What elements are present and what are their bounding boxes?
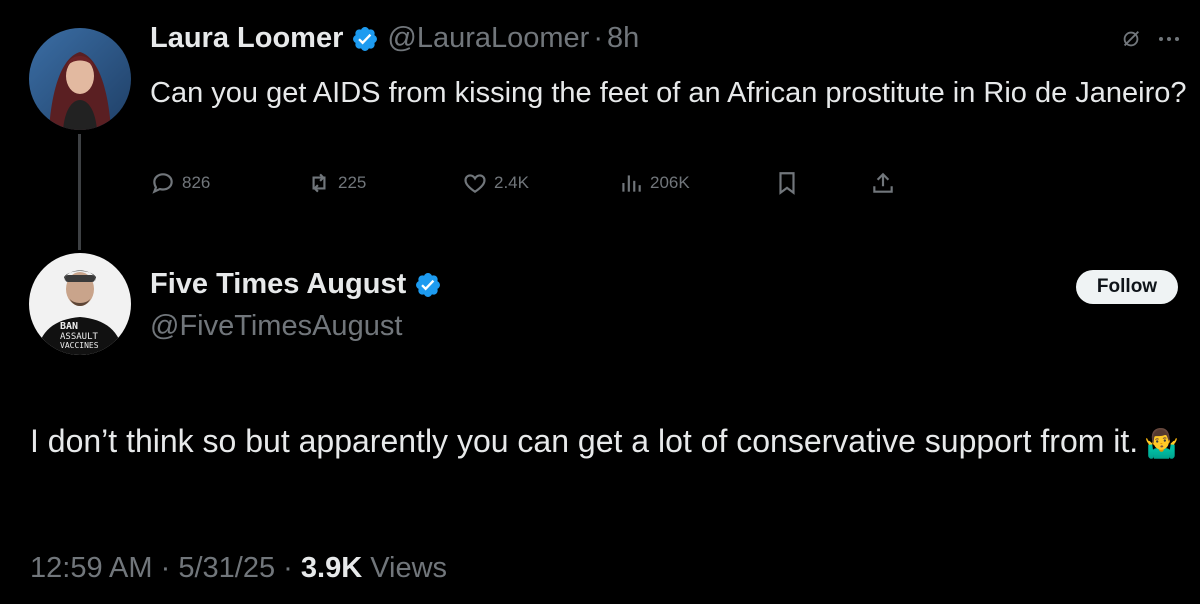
reply-time[interactable]: 12:59 AM (30, 552, 153, 584)
reply-button[interactable]: 826 (150, 170, 306, 196)
separator-dot: · (593, 22, 603, 54)
reply-icon (152, 173, 173, 194)
views-button[interactable]: 206K (618, 170, 774, 196)
grok-icon[interactable] (1120, 28, 1142, 55)
tweet-top-right-controls (1120, 28, 1182, 55)
reply-views-label: Views (370, 552, 448, 584)
reply-date[interactable]: 5/31/25 (178, 552, 275, 584)
repost-count: 225 (338, 173, 367, 192)
reply-tweet-text: I don’t think so but apparently you can … (30, 418, 1180, 467)
more-icon[interactable] (1156, 28, 1182, 55)
parent-tweet-text: Can you get AIDS from kissing the feet o… (150, 77, 1187, 109)
author-handle[interactable]: @LauraLoomer (387, 22, 589, 55)
tweet-time[interactable]: 8h (607, 22, 639, 55)
avatar-five-times-august[interactable]: BAN ASSAULT VACCINES (29, 253, 131, 355)
avatar-shirt-text-3: VACCINES (60, 341, 99, 350)
verified-badge-icon (351, 25, 379, 53)
separator-dot: · (160, 552, 171, 584)
reply-text-body: I don’t think so but apparently you can … (30, 423, 1139, 459)
reply-author-name[interactable]: Five Times August (150, 268, 406, 301)
like-icon (464, 174, 486, 193)
share-icon (873, 172, 893, 193)
parent-tweet-header: Laura Loomer @LauraLoomer · 8h (150, 22, 639, 55)
tweet-action-bar: 826 225 2.4K 206K (150, 170, 902, 196)
tweet-thread: Laura Loomer @LauraLoomer · 8h Can you g (0, 0, 1200, 604)
repost-icon (312, 173, 326, 193)
reply-count: 826 (182, 173, 211, 192)
author-name[interactable]: Laura Loomer (150, 22, 343, 55)
bookmark-icon (779, 172, 795, 195)
avatar-shirt-text-1: BAN (60, 321, 78, 332)
repost-button[interactable]: 225 (306, 170, 462, 196)
share-button[interactable] (870, 170, 902, 196)
avatar-laura-loomer[interactable] (29, 28, 131, 130)
shrug-emoji: 🤷‍♂️ (1144, 427, 1180, 459)
views-icon (622, 175, 641, 192)
bookmark-button[interactable] (774, 170, 870, 196)
like-button[interactable]: 2.4K (462, 170, 618, 196)
follow-button[interactable]: Follow (1076, 270, 1178, 304)
views-count: 206K (650, 173, 690, 192)
thread-connector-line (78, 134, 81, 250)
reply-author-handle[interactable]: @FiveTimesAugust (150, 310, 402, 343)
verified-badge-icon (414, 271, 442, 299)
like-count: 2.4K (494, 173, 529, 192)
reply-meta-row: 12:59 AM · 5/31/25 · 3.9K Views (30, 552, 447, 585)
reply-views-count: 3.9K (300, 552, 363, 584)
separator-dot: · (283, 552, 293, 584)
reply-author-row: Five Times August (150, 268, 442, 301)
